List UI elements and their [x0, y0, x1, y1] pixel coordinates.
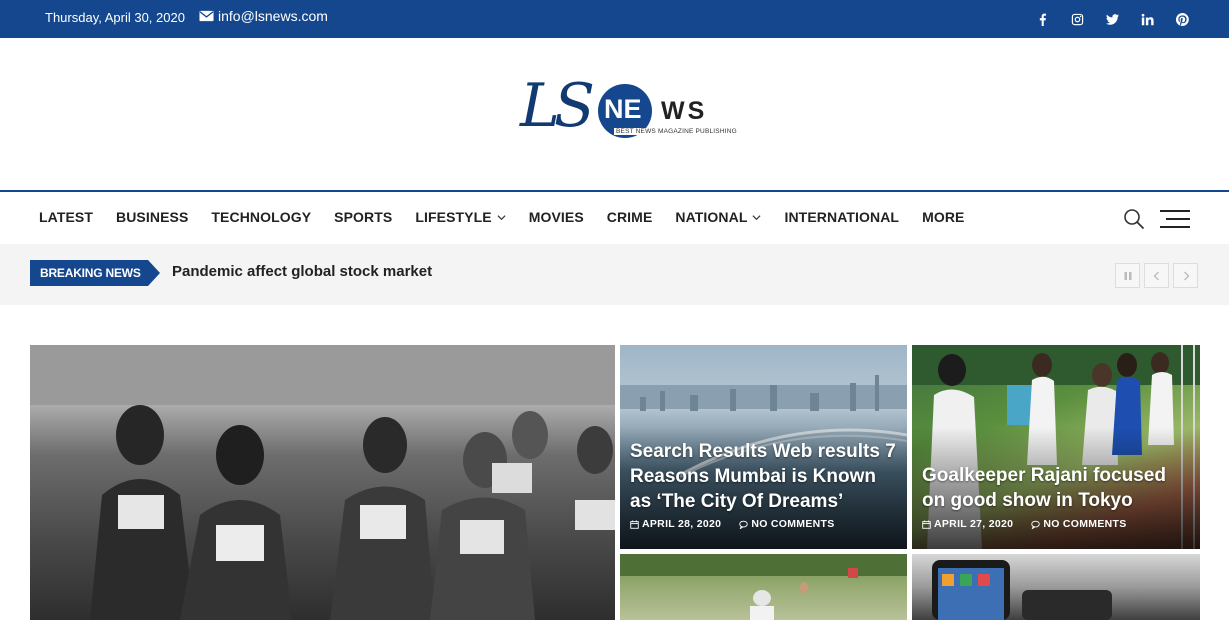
nav-item-national[interactable]: NATIONAL: [675, 209, 761, 225]
nav-item-label: INTERNATIONAL: [784, 209, 900, 225]
card-meta: APRIL 27, 2020 NO COMMENTS: [922, 518, 1127, 530]
nav-item-label: MORE: [922, 209, 965, 225]
card-meta: APRIL 28, 2020 NO COMMENTS: [630, 518, 835, 530]
linkedin-icon[interactable]: [1140, 12, 1154, 26]
chevron-left-icon: [1153, 271, 1159, 280]
nav-item-label: TECHNOLOGY: [211, 209, 312, 225]
ticker-prev-button[interactable]: [1144, 263, 1169, 288]
featured-main-card[interactable]: [30, 345, 615, 620]
nav-item-lifestyle[interactable]: LIFESTYLE: [415, 209, 506, 225]
pause-icon: [1124, 271, 1131, 280]
post-comments-text: NO COMMENTS: [1043, 518, 1127, 530]
smartphone-photo: [932, 560, 1112, 620]
nav-item-crime[interactable]: CRIME: [607, 209, 653, 225]
chevron-right-icon: [1183, 271, 1189, 280]
breaking-news-ticker: BREAKING NEWS Pandemic affect global sto…: [0, 244, 1229, 305]
post-comments[interactable]: NO COMMENTS: [739, 518, 834, 530]
ticker-next-button[interactable]: [1173, 263, 1198, 288]
envelope-icon: [199, 10, 214, 22]
nav-item-movies[interactable]: MOVIES: [529, 209, 584, 225]
social-links: [1035, 12, 1189, 26]
current-date: Thursday, April 30, 2020: [45, 10, 185, 25]
nav-item-label: LIFESTYLE: [415, 209, 492, 225]
logo-ls: LS: [520, 71, 595, 141]
nav-item-label: NATIONAL: [675, 209, 748, 225]
logo-ne: NE: [604, 94, 642, 124]
top-bar: Thursday, April 30, 2020 info@lsnews.com: [0, 0, 1229, 38]
card-title[interactable]: Goalkeeper Rajani focused on good show i…: [922, 463, 1190, 513]
facebook-icon[interactable]: [1035, 12, 1049, 26]
post-date[interactable]: APRIL 28, 2020: [630, 518, 721, 530]
post-comments[interactable]: NO COMMENTS: [1031, 518, 1126, 530]
featured-card-cricket[interactable]: [620, 554, 907, 620]
twitter-icon[interactable]: [1105, 12, 1119, 26]
post-date[interactable]: APRIL 27, 2020: [922, 518, 1013, 530]
card-title[interactable]: Search Results Web results 7 Reasons Mum…: [630, 439, 897, 514]
logo-ws: WS: [661, 97, 708, 125]
nav-item-label: MOVIES: [528, 209, 584, 225]
nav-item-business[interactable]: BUSINESS: [116, 209, 188, 225]
nav-item-label: CRIME: [606, 209, 653, 225]
nav-item-label: SPORTS: [334, 209, 393, 225]
comment-icon: [739, 520, 749, 529]
nav-item-label: BUSINESS: [116, 209, 189, 225]
pinterest-icon[interactable]: [1175, 12, 1189, 26]
featured-card-mumbai[interactable]: Search Results Web results 7 Reasons Mum…: [620, 345, 907, 549]
nav-item-sports[interactable]: SPORTS: [334, 209, 392, 225]
logo-tagline: BEST NEWS MAGAZINE PUBLISHING: [614, 128, 739, 135]
breaking-news-label: BREAKING NEWS: [30, 260, 148, 286]
calendar-icon: [630, 519, 639, 529]
site-logo[interactable]: LS NE WS BEST NEWS MAGAZINE PUBLISHING: [518, 76, 739, 152]
search-icon[interactable]: [1123, 208, 1145, 230]
badge-arrow: [148, 260, 160, 286]
nav-item-latest[interactable]: LATEST: [39, 209, 93, 225]
cricket-photo: [620, 554, 907, 620]
nav-menu: LATEST BUSINESS TECHNOLOGY SPORTS LIFEST…: [39, 209, 987, 225]
ticker-headline[interactable]: Pandemic affect global stock market: [172, 263, 432, 280]
main-nav: LATEST BUSINESS TECHNOLOGY SPORTS LIFEST…: [0, 190, 1229, 244]
contact-email-text: info@lsnews.com: [218, 8, 328, 24]
chevron-down-icon: [752, 214, 761, 220]
featured-card-hockey[interactable]: Goalkeeper Rajani focused on good show i…: [912, 345, 1200, 549]
ticker-pause-button[interactable]: [1115, 263, 1140, 288]
calendar-icon: [922, 519, 931, 529]
instagram-icon[interactable]: [1070, 12, 1084, 26]
post-comments-text: NO COMMENTS: [751, 518, 835, 530]
nav-item-international[interactable]: INTERNATIONAL: [784, 209, 899, 225]
featured-card-gadgets[interactable]: [912, 554, 1200, 620]
post-date-text: APRIL 27, 2020: [934, 518, 1014, 530]
athletes-photo: [30, 345, 615, 620]
comment-icon: [1031, 520, 1041, 529]
hamburger-menu-icon[interactable]: [1159, 209, 1191, 229]
chevron-down-icon: [497, 214, 506, 220]
post-date-text: APRIL 28, 2020: [642, 518, 722, 530]
nav-item-more[interactable]: MORE: [922, 209, 964, 225]
nav-item-technology[interactable]: TECHNOLOGY: [211, 209, 311, 225]
nav-item-label: LATEST: [39, 209, 94, 225]
contact-email[interactable]: info@lsnews.com: [199, 8, 328, 24]
breaking-news-badge: BREAKING NEWS: [30, 260, 160, 286]
site-header: LS NE WS BEST NEWS MAGAZINE PUBLISHING: [0, 38, 1229, 190]
